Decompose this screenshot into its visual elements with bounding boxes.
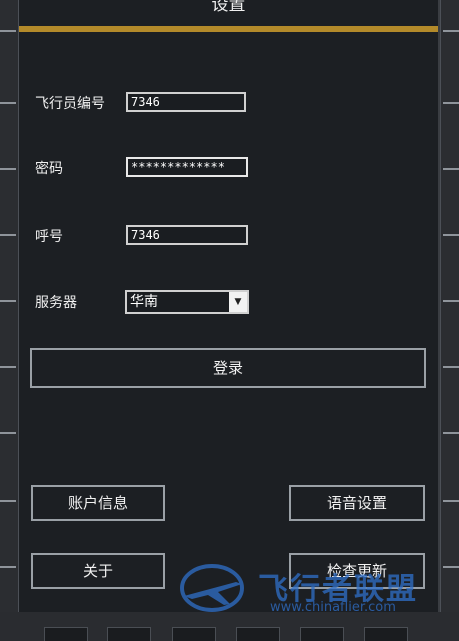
bezel-tick	[0, 30, 16, 32]
bezel-tick	[443, 168, 459, 170]
bezel-tick	[0, 300, 16, 302]
server-selected-value: 华南	[130, 294, 158, 310]
pilot-id-label: 飞行员编号	[35, 96, 105, 112]
soft-key[interactable]	[364, 627, 408, 641]
bezel-tick	[0, 102, 16, 104]
left-bezel	[0, 0, 19, 641]
account-info-button[interactable]: 账户信息	[31, 485, 165, 521]
password-input[interactable]: *************	[126, 157, 248, 177]
soft-key[interactable]	[44, 627, 88, 641]
bezel-tick	[0, 234, 16, 236]
bezel-tick	[443, 366, 459, 368]
bezel-tick	[0, 366, 16, 368]
server-select[interactable]: 华南 ▼	[125, 290, 249, 314]
bezel-tick	[0, 500, 16, 502]
bezel-tick	[443, 300, 459, 302]
bezel-tick	[0, 566, 16, 568]
chevron-down-icon[interactable]: ▼	[229, 292, 247, 312]
accent-bar	[19, 26, 438, 32]
login-button[interactable]: 登录	[30, 348, 426, 388]
page-title: 设置	[211, 0, 246, 15]
watermark-url: www.chinaflier.com	[270, 600, 396, 615]
right-bezel	[440, 0, 459, 641]
callsign-label: 呼号	[35, 229, 63, 245]
soft-key[interactable]	[107, 627, 151, 641]
pilot-id-input[interactable]: 7346	[126, 92, 246, 112]
settings-panel: 设置 飞行员编号 7346 密码 ************* 呼号 7346 服…	[19, 0, 438, 612]
bezel-tick	[443, 234, 459, 236]
soft-key[interactable]	[236, 627, 280, 641]
bezel-tick	[0, 168, 16, 170]
watermark: 飞行者联盟 www.chinaflier.com	[178, 558, 448, 618]
bezel-tick	[443, 30, 459, 32]
soft-key[interactable]	[172, 627, 216, 641]
voice-settings-button[interactable]: 语音设置	[289, 485, 425, 521]
bezel-tick	[443, 102, 459, 104]
bezel-tick	[443, 432, 459, 434]
bezel-tick	[443, 500, 459, 502]
about-button[interactable]: 关于	[31, 553, 165, 589]
callsign-input[interactable]: 7346	[126, 225, 248, 245]
soft-key[interactable]	[300, 627, 344, 641]
server-label: 服务器	[35, 295, 77, 311]
airplane-logo-icon	[180, 564, 244, 612]
password-label: 密码	[35, 161, 63, 177]
bezel-tick	[0, 432, 16, 434]
